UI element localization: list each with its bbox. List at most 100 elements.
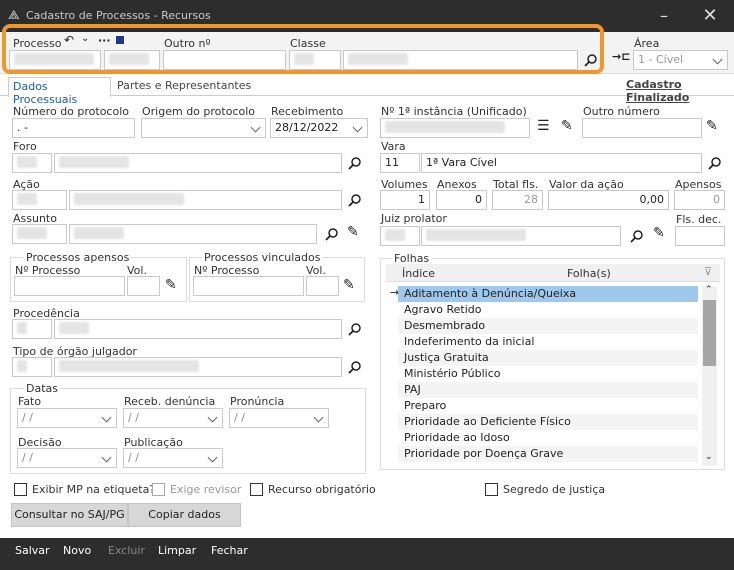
folhas-list-item[interactable]: Prioridade por Doença Grave	[398, 446, 698, 462]
instancia-field[interactable]	[380, 118, 530, 138]
foro-code-field[interactable]	[12, 153, 52, 173]
folhas-col-folhas[interactable]: Folha(s)	[567, 267, 611, 280]
juiz-code-field[interactable]	[380, 226, 420, 246]
fls-dec-label: Fls. dec.	[676, 213, 722, 226]
recurso-label: Recurso obrigatório	[268, 483, 376, 496]
acao-search-icon[interactable]	[348, 193, 362, 207]
copiar-button[interactable]: Copiar dados	[128, 503, 241, 527]
recurso-checkbox[interactable]	[250, 483, 263, 496]
outro-numero-field[interactable]	[582, 118, 702, 138]
segredo-label: Segredo de justiça	[503, 483, 606, 496]
tipo-orgao-name-field[interactable]	[54, 357, 342, 377]
procedencia-search-icon[interactable]	[348, 322, 362, 336]
folhas-list-item[interactable]: Justiça Gratuita	[398, 350, 698, 366]
datas-title: Datas	[24, 382, 60, 395]
origem-label: Origem do protocolo	[142, 105, 256, 118]
exige-checkbox	[152, 483, 165, 496]
origem-select[interactable]	[141, 118, 266, 138]
exige-label: Exige revisor	[170, 483, 242, 496]
assunto-name-field[interactable]	[69, 224, 317, 244]
folhas-list-item[interactable]: Prioridade ao Deficiente Físico	[398, 414, 698, 430]
tipo-orgao-code-field[interactable]	[12, 357, 52, 377]
vinculados-title: Processos vinculados	[202, 251, 323, 264]
vinculados-edit-icon[interactable]: ✎	[343, 277, 355, 293]
decisao-date[interactable]: / /	[17, 448, 117, 468]
assunto-search-icon[interactable]	[325, 227, 339, 241]
folhas-list-item[interactable]: PAJ	[398, 382, 698, 398]
juiz-name-field[interactable]	[421, 226, 621, 246]
novo-button[interactable]: Novo	[63, 544, 91, 557]
procedencia-code-field[interactable]	[12, 319, 52, 339]
tab-partes[interactable]: Partes e Representantes	[117, 79, 251, 92]
apensos-nproc-field[interactable]	[14, 276, 125, 296]
procedencia-name-field[interactable]	[54, 319, 342, 339]
vinculados-nproc-field[interactable]	[193, 276, 304, 296]
anexos-field[interactable]: 0	[436, 190, 487, 210]
acao-code-field[interactable]	[12, 190, 67, 210]
vara-label: Vara	[381, 140, 406, 153]
juiz-edit-icon[interactable]: ✎	[653, 225, 665, 241]
window-title: Cadastro de Processos - Recursos	[26, 9, 211, 22]
exibir-label: Exibir MP na etiqueta?	[32, 483, 156, 496]
minimize-button[interactable]: –	[654, 6, 674, 26]
publicacao-date[interactable]: / /	[123, 448, 223, 468]
vara-code-field[interactable]: 11	[380, 153, 420, 173]
vara-search-icon[interactable]	[708, 156, 722, 170]
recebimento-date[interactable]: 28/12/2022	[270, 118, 368, 138]
app-logo-icon: ⟁	[8, 8, 20, 23]
assunto-edit-icon[interactable]: ✎	[347, 224, 359, 240]
juiz-search-icon[interactable]	[630, 229, 644, 243]
tab-dados[interactable]: Dados Processuais	[8, 77, 111, 106]
valor-field[interactable]: 0,00	[548, 190, 669, 210]
folhas-col-indice[interactable]: Índice	[402, 267, 435, 280]
filter-icon[interactable]: ⊽	[704, 265, 712, 278]
instancia-label: Nº 1ª instância (Unificado)	[381, 105, 527, 118]
vinculados-vol-field[interactable]	[306, 276, 339, 296]
limpar-button[interactable]: Limpar	[158, 544, 196, 557]
folhas-list-item[interactable]: Indeferimento da inicial	[398, 334, 698, 350]
fls-dec-field[interactable]	[675, 226, 725, 246]
apensos-edit-icon[interactable]: ✎	[165, 277, 177, 293]
instancia-edit-icon[interactable]: ✎	[561, 118, 573, 134]
pronuncia-date[interactable]: / /	[229, 408, 329, 428]
volumes-field[interactable]: 1	[380, 190, 430, 210]
link-icon[interactable]: →⊏	[612, 50, 630, 63]
apensos-vol-field[interactable]	[127, 276, 160, 296]
outro-numero-label: Outro número	[583, 105, 660, 118]
folhas-list-item[interactable]: Desmembrado	[398, 318, 698, 334]
list-icon[interactable]: ☰	[537, 118, 550, 134]
vara-name-field[interactable]: 1ª Vara Cível	[421, 153, 702, 173]
scroll-up-icon[interactable]: ⌃	[705, 285, 713, 295]
exibir-checkbox[interactable]	[14, 483, 27, 496]
consultar-button[interactable]: Consultar no SAJ/PG	[11, 503, 128, 527]
fato-date[interactable]: / /	[17, 408, 117, 428]
receb-den-date[interactable]: / /	[123, 408, 223, 428]
num-protocolo-field[interactable]: . -	[12, 118, 135, 138]
fato-label: Fato	[18, 395, 42, 408]
folhas-list-item[interactable]: Aditamento à Denúncia/Queixa	[398, 286, 698, 302]
folhas-list-item[interactable]: Prioridade ao Idoso	[398, 430, 698, 446]
segredo-checkbox[interactable]	[485, 483, 498, 496]
folhas-list-item[interactable]: Ministério Público	[398, 366, 698, 382]
assunto-code-field[interactable]	[12, 224, 67, 244]
scroll-down-icon[interactable]: ⌄	[705, 452, 713, 462]
folhas-list: Aditamento à Denúncia/Queixa Agravo Retid…	[398, 286, 698, 462]
receb-den-label: Receb. denúncia	[124, 395, 216, 408]
num-protocolo-label: Número do protocolo	[13, 105, 129, 118]
folhas-list-item[interactable]: Agravo Retido	[398, 302, 698, 318]
folhas-list-item[interactable]: Preparo	[398, 398, 698, 414]
salvar-button[interactable]: Salvar	[15, 544, 50, 557]
apensos-title: Processos apensos	[24, 251, 132, 264]
foro-search-icon[interactable]	[348, 156, 362, 170]
outro-numero-edit-icon[interactable]: ✎	[706, 118, 718, 134]
close-button[interactable]: ✕	[700, 6, 720, 26]
foro-name-field[interactable]	[54, 153, 342, 173]
excluir-button: Excluir	[108, 544, 145, 557]
folhas-scroll-thumb[interactable]	[703, 300, 716, 366]
acao-name-field[interactable]	[69, 190, 342, 210]
cadastro-status-link[interactable]: Cadastro Finalizado	[626, 78, 734, 104]
area-label: Área	[634, 37, 660, 50]
area-select[interactable]: 1 - Cível	[633, 50, 728, 70]
tipo-orgao-search-icon[interactable]	[348, 360, 362, 374]
fechar-button[interactable]: Fechar	[211, 544, 248, 557]
